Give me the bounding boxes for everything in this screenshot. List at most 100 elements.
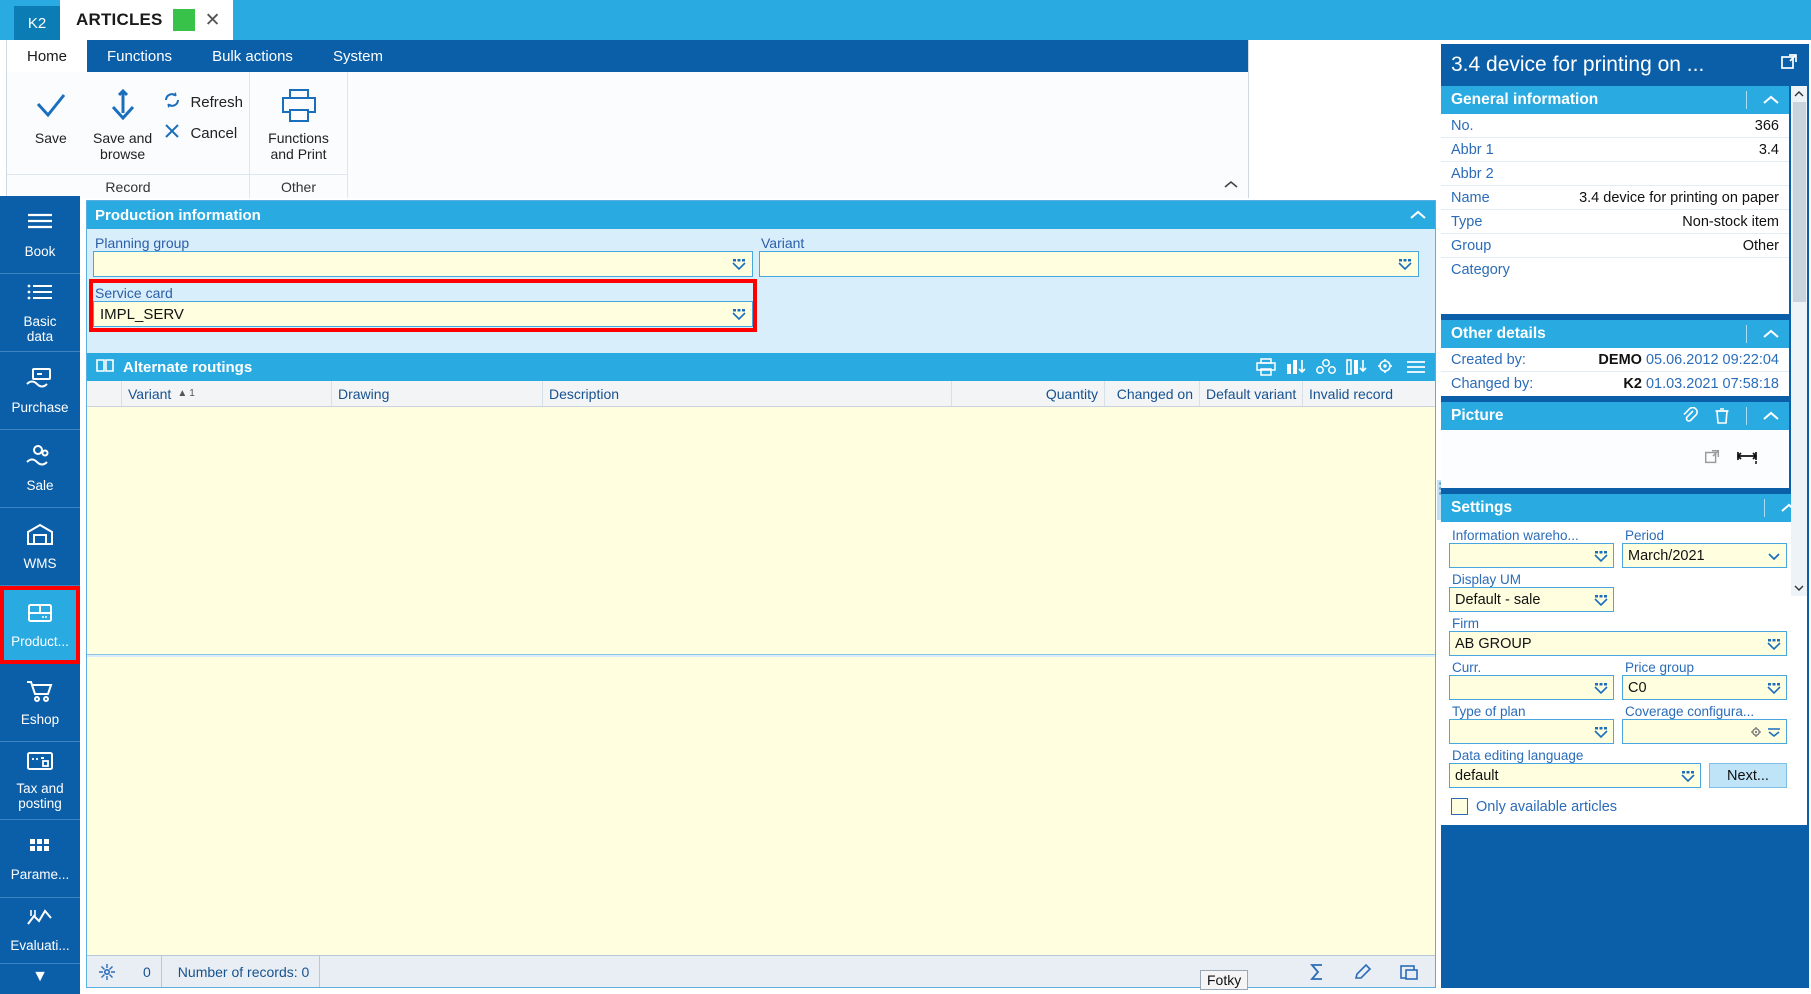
field-value: March/2021 <box>1628 547 1705 564</box>
lookup-icon[interactable] <box>1396 257 1414 271</box>
data-editing-language-input[interactable]: default <box>1449 763 1701 788</box>
collapse-chevron-icon[interactable] <box>1759 410 1783 422</box>
print-icon[interactable] <box>1255 358 1277 376</box>
warehouse-icon <box>25 522 55 553</box>
column-header-invalid-record[interactable]: Invalid record <box>1303 381 1403 406</box>
sidebar-item-eshop[interactable]: Eshop <box>0 664 80 742</box>
scroll-down-icon[interactable] <box>1791 580 1807 596</box>
sidebar-more-button[interactable]: ▼ <box>0 964 80 990</box>
cancel-button[interactable]: Cancel <box>162 121 243 146</box>
sidebar-item-tax-and-posting[interactable]: Tax and posting <box>0 742 80 820</box>
information-warehouse-input[interactable] <box>1449 543 1614 568</box>
currency-input[interactable] <box>1449 675 1614 700</box>
lookup-icon[interactable] <box>1592 681 1610 695</box>
sidebar-item-production[interactable]: Product... <box>0 586 80 664</box>
only-available-articles-row[interactable]: Only available articles <box>1449 792 1799 817</box>
fit-width-icon[interactable] <box>1735 448 1759 471</box>
column-header-description[interactable]: Description <box>543 381 952 406</box>
display-um-input[interactable]: Default - sale <box>1449 587 1614 612</box>
lookup-icon[interactable] <box>730 257 748 271</box>
kv-value: 3.4 <box>1758 141 1779 158</box>
tab-home[interactable]: Home <box>7 40 88 72</box>
chevron-down-icon[interactable] <box>1765 549 1783 563</box>
type-of-plan-input[interactable] <box>1449 719 1614 744</box>
ribbon-tab-bar: Home Functions Bulk actions System <box>7 40 1248 72</box>
sidebar-item-purchase[interactable]: Purchase <box>0 352 80 430</box>
group-icon[interactable] <box>1315 358 1337 376</box>
variant-input[interactable] <box>759 251 1419 277</box>
collapse-chevron-icon[interactable] <box>1759 328 1783 340</box>
inspector-scrollbar[interactable] <box>1791 86 1807 596</box>
column-header-changed-on[interactable]: Changed on <box>1105 381 1200 406</box>
lookup-icon[interactable] <box>1679 769 1697 783</box>
save-and-browse-button[interactable]: Save and browse <box>87 80 159 162</box>
menu-icon[interactable] <box>1405 358 1427 376</box>
chevron-down-double-icon[interactable] <box>1765 725 1783 739</box>
delete-icon[interactable] <box>1710 407 1734 425</box>
sidebar: Book Basic data Purchase Sale WMS Produc… <box>0 196 80 994</box>
lookup-icon[interactable] <box>1592 549 1610 563</box>
alternate-routings-rows-upper[interactable] <box>87 407 1435 655</box>
row-selector-header <box>87 381 122 406</box>
refresh-button[interactable]: Refresh <box>162 90 243 115</box>
attach-icon[interactable] <box>1678 407 1702 425</box>
general-information-header: General information <box>1441 86 1789 114</box>
firm-input[interactable]: AB GROUP <box>1449 631 1787 656</box>
lookup-icon[interactable] <box>1592 593 1610 607</box>
open-external-icon[interactable] <box>1703 448 1721 471</box>
field-data-editing-language: Data editing language default <box>1449 748 1701 788</box>
period-dropdown[interactable]: March/2021 <box>1622 543 1787 568</box>
lookup-icon[interactable] <box>1765 681 1783 695</box>
sale-icon <box>24 444 56 475</box>
edit-icon[interactable] <box>1343 956 1383 987</box>
settings-icon[interactable] <box>1375 358 1397 376</box>
field-label: Data editing language <box>1452 748 1584 763</box>
sidebar-label-sale: Sale <box>26 477 54 493</box>
sidebar-label-wms: WMS <box>23 555 57 571</box>
scrollbar-thumb[interactable] <box>1792 102 1806 302</box>
k2-home-button[interactable]: K2 <box>14 6 60 40</box>
coverage-configuration-input[interactable] <box>1622 719 1787 744</box>
document-tab-articles[interactable]: ARTICLES ✕ <box>60 0 233 40</box>
sum-icon[interactable] <box>1297 956 1337 987</box>
planning-group-input[interactable] <box>93 251 753 277</box>
column-header-default-variant[interactable]: Default variant <box>1200 381 1303 406</box>
kv-key: Created by: <box>1451 351 1526 368</box>
save-button[interactable]: Save <box>15 80 87 146</box>
sidebar-label-book: Book <box>24 243 56 259</box>
sidebar-item-parameters[interactable]: Parame... <box>0 820 80 898</box>
functions-and-print-button[interactable]: Functions and Print <box>252 80 346 162</box>
ribbon-collapse-button[interactable] <box>1220 174 1242 196</box>
column-header-quantity[interactable]: Quantity <box>952 381 1105 406</box>
close-icon[interactable]: ✕ <box>205 11 221 30</box>
tab-bulk-actions[interactable]: Bulk actions <box>192 40 313 72</box>
scroll-up-icon[interactable] <box>1791 86 1807 102</box>
sidebar-label-eshop: Eshop <box>20 711 60 727</box>
export-icon[interactable] <box>1389 956 1429 987</box>
open-external-icon[interactable] <box>1779 52 1799 78</box>
collapse-chevron-icon[interactable] <box>1409 209 1427 221</box>
chart-icon[interactable] <box>1285 358 1307 376</box>
sidebar-item-basic-data[interactable]: Basic data <box>0 274 80 352</box>
sidebar-item-wms[interactable]: WMS <box>0 508 80 586</box>
sidebar-item-sale[interactable]: Sale <box>0 430 80 508</box>
gear-icon[interactable] <box>1747 725 1765 739</box>
sidebar-item-evaluation[interactable]: Evaluati... <box>0 898 80 964</box>
alternate-routings-panel: Alternate routings Variant ▲ 1 Drawing D… <box>87 353 1435 955</box>
alternate-routings-rows-lower[interactable] <box>87 657 1435 955</box>
only-available-articles-checkbox[interactable] <box>1451 798 1468 815</box>
field-label: Information wareho... <box>1452 528 1579 543</box>
records-icon <box>93 956 127 987</box>
tab-system[interactable]: System <box>313 40 403 72</box>
collapse-chevron-icon[interactable] <box>1759 94 1783 106</box>
lookup-icon[interactable] <box>1592 725 1610 739</box>
tab-functions[interactable]: Functions <box>87 40 192 72</box>
column-header-variant[interactable]: Variant ▲ 1 <box>122 381 332 406</box>
price-group-input[interactable]: C0 <box>1622 675 1787 700</box>
kv-key: Abbr 2 <box>1451 165 1494 182</box>
sidebar-item-book[interactable]: Book <box>0 196 80 274</box>
column-header-drawing[interactable]: Drawing <box>332 381 543 406</box>
next-button[interactable]: Next... <box>1709 763 1787 788</box>
lookup-icon[interactable] <box>1765 637 1783 651</box>
columns-icon[interactable] <box>1345 358 1367 376</box>
